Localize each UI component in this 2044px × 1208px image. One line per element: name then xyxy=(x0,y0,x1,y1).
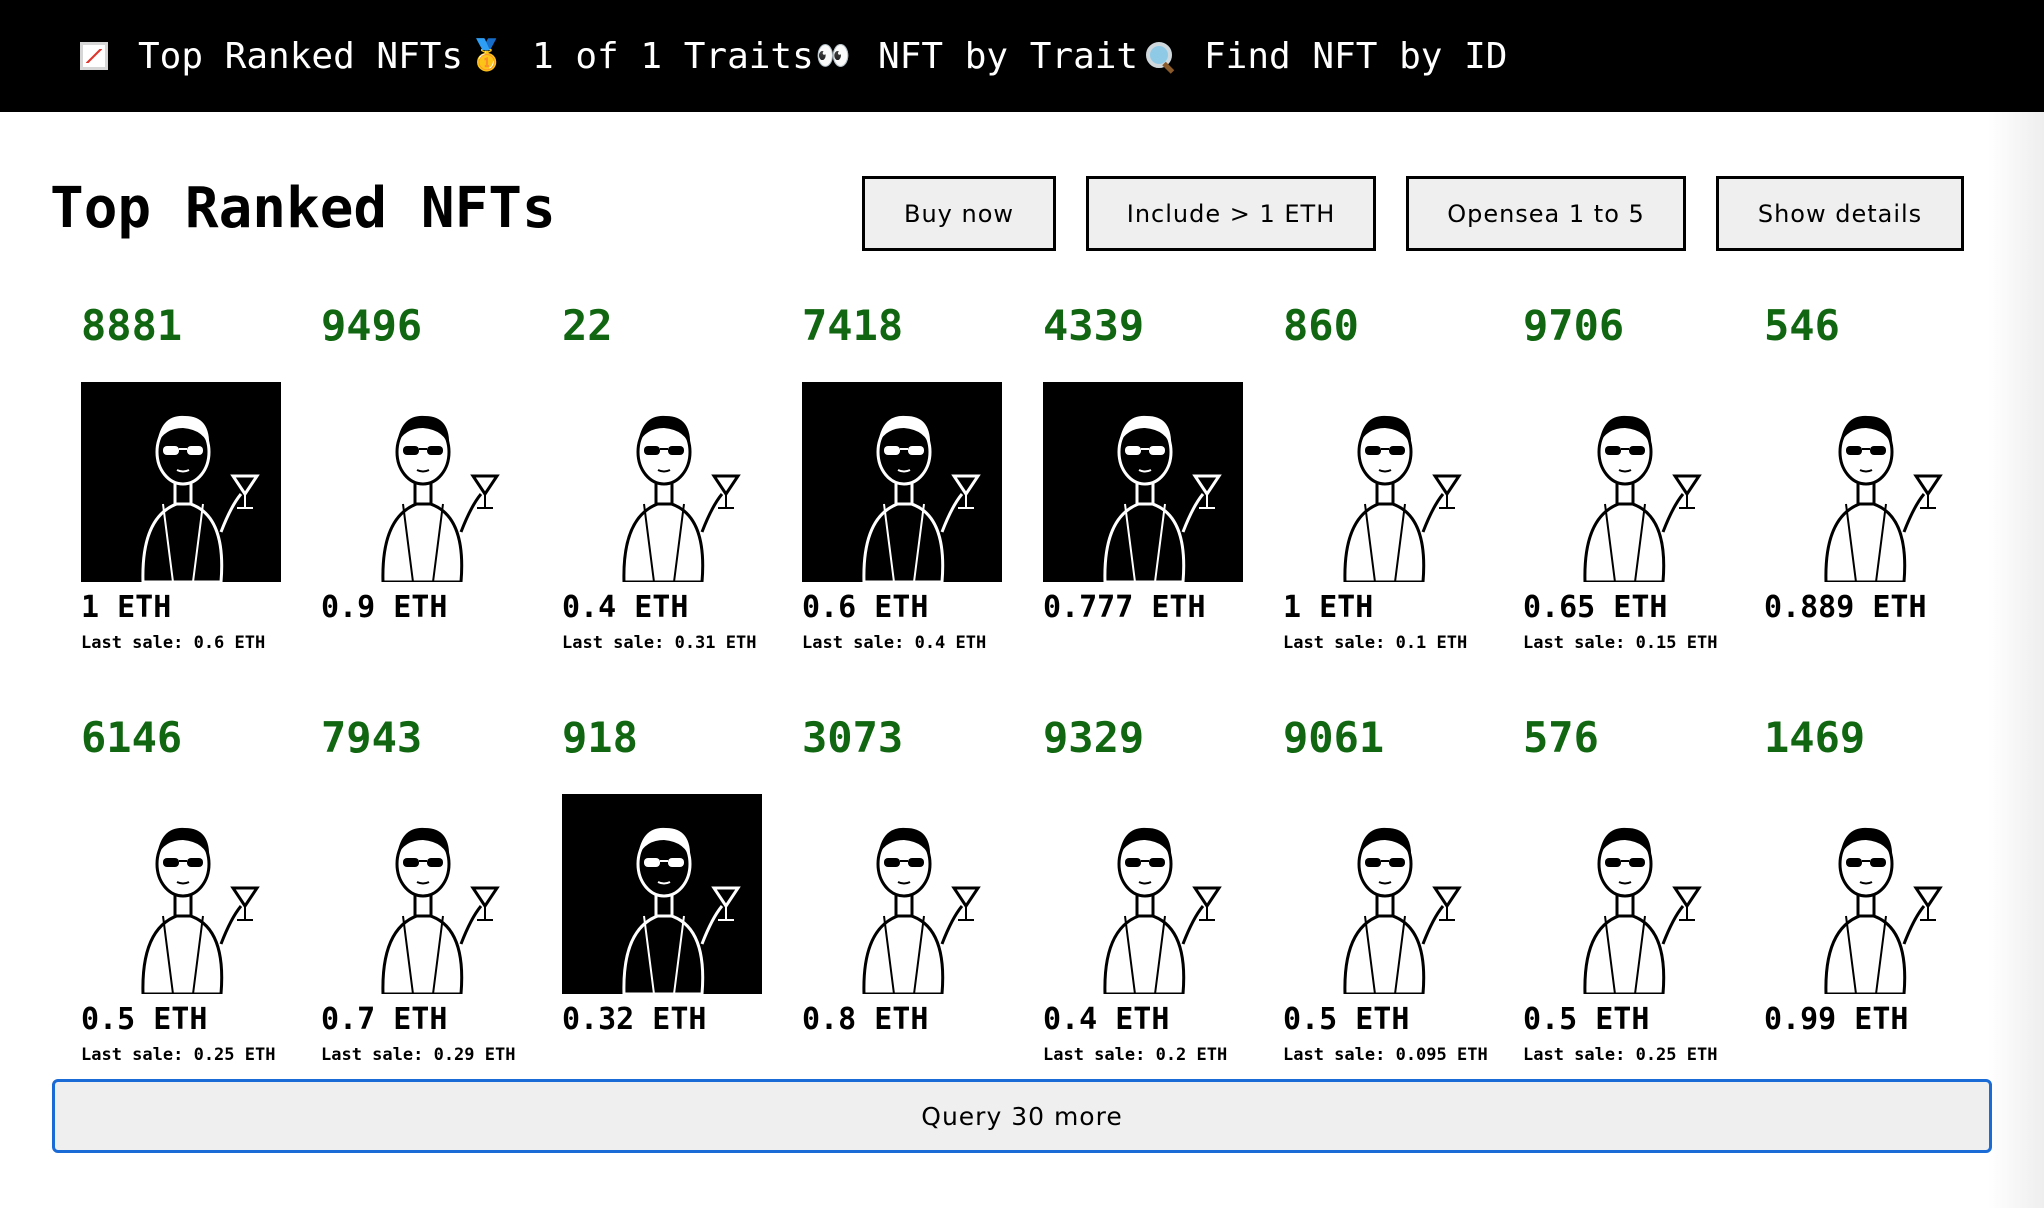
nft-card[interactable]: 6146 0.5 ETH Last sale: 0.25 ETH xyxy=(81,712,311,1072)
nft-id-link[interactable]: 9496 xyxy=(321,300,551,352)
nft-price: 0.9 ETH xyxy=(321,590,448,625)
nft-card[interactable]: 9496 0.9 ETH xyxy=(321,300,551,660)
nft-id-link[interactable]: 9329 xyxy=(1043,712,1273,764)
nft-card[interactable]: 3073 0.8 ETH xyxy=(802,712,1032,1072)
nft-id-link[interactable]: 3073 xyxy=(802,712,1032,764)
nft-price: 0.5 ETH xyxy=(1283,1002,1410,1037)
nft-card[interactable]: 7418 0.6 ETH Last sale: 0.4 ETH xyxy=(802,300,1032,660)
nft-thumbnail[interactable] xyxy=(802,382,1002,582)
nft-thumbnail[interactable] xyxy=(1523,794,1723,994)
nft-id-link[interactable]: 918 xyxy=(562,712,792,764)
nft-thumbnail[interactable] xyxy=(1764,794,1964,994)
nft-id-link[interactable]: 860 xyxy=(1283,300,1513,352)
show-details-button[interactable]: Show details xyxy=(1716,176,1964,251)
nft-id-link[interactable]: 6146 xyxy=(81,712,311,764)
nft-thumbnail[interactable] xyxy=(1523,382,1723,582)
nft-price: 0.6 ETH xyxy=(802,590,929,625)
nav-label: NFT by Trait xyxy=(878,35,1139,77)
nft-card[interactable]: 9061 0.5 ETH Last sale: 0.095 ETH xyxy=(1283,712,1513,1072)
nft-last-sale: Last sale: 0.095 ETH xyxy=(1283,1045,1488,1065)
nft-last-sale: Last sale: 0.29 ETH xyxy=(321,1045,516,1065)
magnifying-glass-icon xyxy=(1144,40,1176,72)
nft-last-sale: Last sale: 0.15 ETH xyxy=(1523,633,1718,653)
nft-price: 0.8 ETH xyxy=(802,1002,929,1037)
nft-id-link[interactable]: 546 xyxy=(1764,300,1994,352)
nav-label: Top Ranked NFTs xyxy=(138,35,464,77)
include-over-1-eth-button[interactable]: Include > 1 ETH xyxy=(1086,176,1376,251)
nft-thumbnail[interactable] xyxy=(81,382,281,582)
nft-card[interactable]: 860 1 ETH Last sale: 0.1 ETH xyxy=(1283,300,1513,660)
nft-price: 0.777 ETH xyxy=(1043,590,1206,625)
nft-card[interactable]: 7943 0.7 ETH Last sale: 0.29 ETH xyxy=(321,712,551,1072)
nav-find-nft-by-id[interactable]: Find NFT by ID xyxy=(1144,0,1507,112)
opensea-1-to-5-button[interactable]: Opensea 1 to 5 xyxy=(1406,176,1686,251)
nft-price: 0.5 ETH xyxy=(81,1002,208,1037)
top-navbar: Top Ranked NFTs 🥇 1 of 1 Traits 👀 NFT by… xyxy=(0,0,2044,112)
nft-id-link[interactable]: 8881 xyxy=(81,300,311,352)
nft-thumbnail[interactable] xyxy=(81,794,281,994)
nft-price: 0.7 ETH xyxy=(321,1002,448,1037)
nav-nft-by-trait[interactable]: 👀 NFT by Trait xyxy=(814,0,1139,112)
nft-thumbnail[interactable] xyxy=(1764,382,1964,582)
nft-id-link[interactable]: 9061 xyxy=(1283,712,1513,764)
nft-id-link[interactable]: 7418 xyxy=(802,300,1032,352)
nft-last-sale: Last sale: 0.2 ETH xyxy=(1043,1045,1228,1065)
nft-card[interactable]: 9706 0.65 ETH Last sale: 0.15 ETH xyxy=(1523,300,1753,660)
nft-price: 0.5 ETH xyxy=(1523,1002,1650,1037)
nft-price: 1 ETH xyxy=(1283,590,1374,625)
nft-card[interactable]: 8881 1 ETH Last sale: 0.6 ETH xyxy=(81,300,311,660)
nft-price: 0.4 ETH xyxy=(1043,1002,1170,1037)
nft-card[interactable]: 9329 0.4 ETH Last sale: 0.2 ETH xyxy=(1043,712,1273,1072)
nav-label: Find NFT by ID xyxy=(1204,35,1508,77)
nft-thumbnail[interactable] xyxy=(1043,794,1243,994)
nft-price: 0.65 ETH xyxy=(1523,590,1668,625)
nft-card[interactable]: 918 0.32 ETH xyxy=(562,712,792,1072)
scroll-edge-shade xyxy=(1988,112,2044,1208)
nft-price: 0.32 ETH xyxy=(562,1002,707,1037)
nav-label: 1 of 1 Traits xyxy=(532,35,814,77)
nft-card[interactable]: 576 0.5 ETH Last sale: 0.25 ETH xyxy=(1523,712,1753,1072)
nft-id-link[interactable]: 7943 xyxy=(321,712,551,764)
nft-card[interactable]: 4339 0.777 ETH xyxy=(1043,300,1273,660)
nft-thumbnail[interactable] xyxy=(562,794,762,994)
nft-card[interactable]: 22 0.4 ETH Last sale: 0.31 ETH xyxy=(562,300,792,660)
nft-price: 0.4 ETH xyxy=(562,590,689,625)
buy-now-button[interactable]: Buy now xyxy=(862,176,1056,251)
nft-price: 1 ETH xyxy=(81,590,172,625)
nft-id-link[interactable]: 1469 xyxy=(1764,712,1994,764)
nft-id-link[interactable]: 576 xyxy=(1523,712,1753,764)
nft-thumbnail[interactable] xyxy=(802,794,1002,994)
nft-last-sale: Last sale: 0.25 ETH xyxy=(1523,1045,1718,1065)
eyes-icon: 👀 xyxy=(815,39,851,72)
nft-id-link[interactable]: 9706 xyxy=(1523,300,1753,352)
nav-top-ranked-nfts[interactable]: Top Ranked NFTs xyxy=(80,0,463,112)
nav-one-of-one-traits[interactable]: 🥇 1 of 1 Traits xyxy=(468,0,814,112)
nft-last-sale: Last sale: 0.4 ETH xyxy=(802,633,987,653)
nft-last-sale: Last sale: 0.31 ETH xyxy=(562,633,757,653)
page-title: Top Ranked NFTs xyxy=(50,176,556,241)
nft-card[interactable]: 1469 0.99 ETH xyxy=(1764,712,1994,1072)
nft-thumbnail[interactable] xyxy=(562,382,762,582)
nft-id-link[interactable]: 22 xyxy=(562,300,792,352)
nft-last-sale: Last sale: 0.25 ETH xyxy=(81,1045,276,1065)
nft-id-link[interactable]: 4339 xyxy=(1043,300,1273,352)
nft-last-sale: Last sale: 0.6 ETH xyxy=(81,633,266,653)
nft-card[interactable]: 546 0.889 ETH xyxy=(1764,300,1994,660)
medal-icon: 🥇 xyxy=(468,38,506,73)
nft-thumbnail[interactable] xyxy=(321,794,521,994)
nft-thumbnail[interactable] xyxy=(321,382,521,582)
nft-price: 0.99 ETH xyxy=(1764,1002,1909,1037)
query-more-button[interactable]: Query 30 more xyxy=(52,1079,1992,1153)
nft-thumbnail[interactable] xyxy=(1283,382,1483,582)
chart-increasing-icon xyxy=(80,42,108,70)
nft-thumbnail[interactable] xyxy=(1283,794,1483,994)
nft-last-sale: Last sale: 0.1 ETH xyxy=(1283,633,1468,653)
nft-thumbnail[interactable] xyxy=(1043,382,1243,582)
nft-price: 0.889 ETH xyxy=(1764,590,1927,625)
